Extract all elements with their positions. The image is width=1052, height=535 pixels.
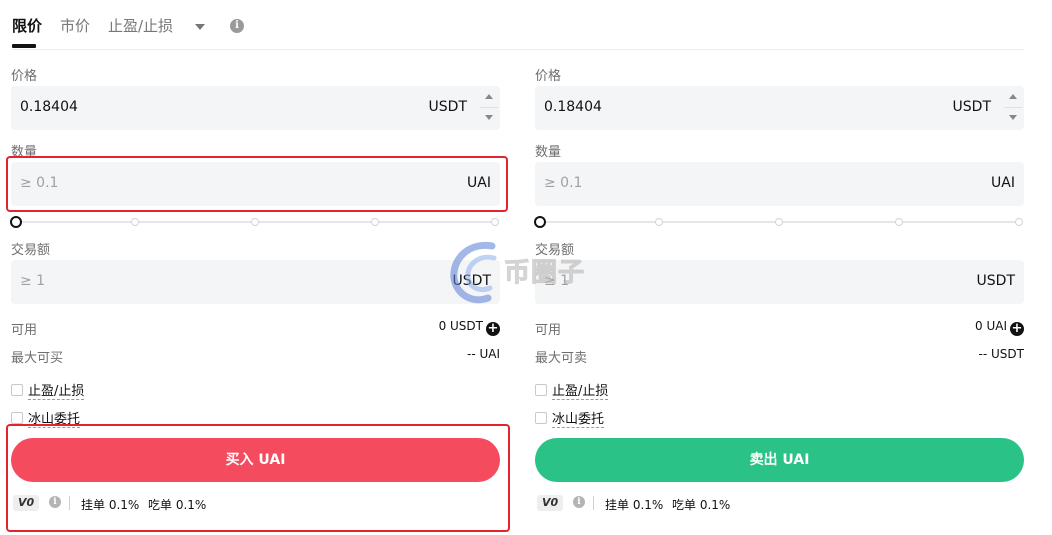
slider-mark-75[interactable] (371, 218, 379, 226)
slider-handle[interactable] (534, 216, 546, 228)
available-value: 0 USDT (438, 319, 483, 333)
slider-mark-50[interactable] (251, 218, 259, 226)
amount-slider[interactable] (10, 216, 500, 228)
vip-level-badge: V0 (537, 495, 564, 511)
checkbox-icon[interactable] (11, 384, 23, 396)
price-label: 价格 (11, 69, 38, 84)
highlight-amount-box (6, 156, 508, 212)
slider-mark-100[interactable] (491, 218, 499, 226)
slider-mark-75[interactable] (895, 218, 903, 226)
amount-slider[interactable] (534, 216, 1024, 228)
available-label: 可用 (11, 323, 38, 338)
price-value: 0.18404 (544, 99, 602, 115)
amount-placeholder: ≥ 0.1 (544, 175, 583, 191)
tpsl-checkbox[interactable]: 止盈/止损 (11, 380, 85, 400)
watermark-text: 币圈子 (503, 258, 586, 289)
price-label: 价格 (535, 69, 562, 84)
add-funds-icon[interactable]: + (1010, 322, 1024, 336)
tpsl-checkbox[interactable]: 止盈/止损 (535, 380, 609, 400)
available-value: 0 UAI (975, 319, 1007, 333)
iceberg-label: 冰山委托 (552, 412, 605, 428)
total-label: 交易额 (11, 243, 51, 258)
slider-mark-50[interactable] (775, 218, 783, 226)
max-sell-value: -- USDT (978, 347, 1024, 361)
tpsl-label: 止盈/止损 (552, 384, 609, 400)
price-stepper[interactable] (478, 86, 500, 130)
checkbox-icon[interactable] (11, 412, 23, 424)
arrow-down-icon[interactable] (485, 115, 493, 120)
info-icon[interactable]: i (573, 496, 585, 508)
add-funds-icon[interactable]: + (486, 322, 500, 336)
slider-mark-25[interactable] (131, 218, 139, 226)
arrow-up-icon[interactable] (1009, 94, 1017, 99)
max-buy-value: -- UAI (466, 347, 500, 361)
sell-button[interactable]: 卖出 UAI (535, 438, 1024, 482)
total-input[interactable]: ≥ 1 USDT (535, 260, 1024, 304)
slider-handle[interactable] (10, 216, 22, 228)
max-buy-label: 最大可买 (11, 351, 64, 366)
taker-fee: 吃单 0.1% (672, 498, 731, 512)
price-unit: USDT (952, 99, 991, 115)
slider-mark-25[interactable] (655, 218, 663, 226)
fee-row: V0 i 挂单 0.1% 吃单 0.1% (535, 494, 935, 512)
max-sell-label: 最大可卖 (535, 351, 588, 366)
price-input[interactable]: 0.18404 USDT (535, 86, 1024, 130)
sell-panel: 价格 0.18404 USDT 数量 ≥ 0.1 UAI 交易额 ≥ 1 USD… (534, 0, 1024, 535)
iceberg-checkbox[interactable]: 冰山委托 (535, 408, 605, 428)
arrow-up-icon[interactable] (485, 94, 493, 99)
price-stepper[interactable] (1002, 86, 1024, 130)
amount-label: 数量 (535, 145, 562, 160)
amount-input[interactable]: ≥ 0.1 UAI (535, 162, 1024, 206)
arrow-down-icon[interactable] (1009, 115, 1017, 120)
total-placeholder: ≥ 1 (20, 273, 46, 289)
price-value: 0.18404 (20, 99, 78, 115)
watermark-logo-icon (450, 241, 497, 304)
total-input[interactable]: ≥ 1 USDT (11, 260, 500, 304)
amount-unit: UAI (991, 175, 1015, 191)
watermark: 币圈子 (448, 238, 608, 308)
slider-mark-100[interactable] (1015, 218, 1023, 226)
price-input[interactable]: 0.18404 USDT (11, 86, 500, 130)
total-unit: USDT (976, 273, 1015, 289)
available-label: 可用 (535, 323, 562, 338)
maker-fee: 挂单 0.1% (605, 498, 664, 512)
price-unit: USDT (428, 99, 467, 115)
tpsl-label: 止盈/止损 (28, 384, 85, 400)
checkbox-icon[interactable] (535, 384, 547, 396)
highlight-buy-box (6, 424, 510, 532)
checkbox-icon[interactable] (535, 412, 547, 424)
